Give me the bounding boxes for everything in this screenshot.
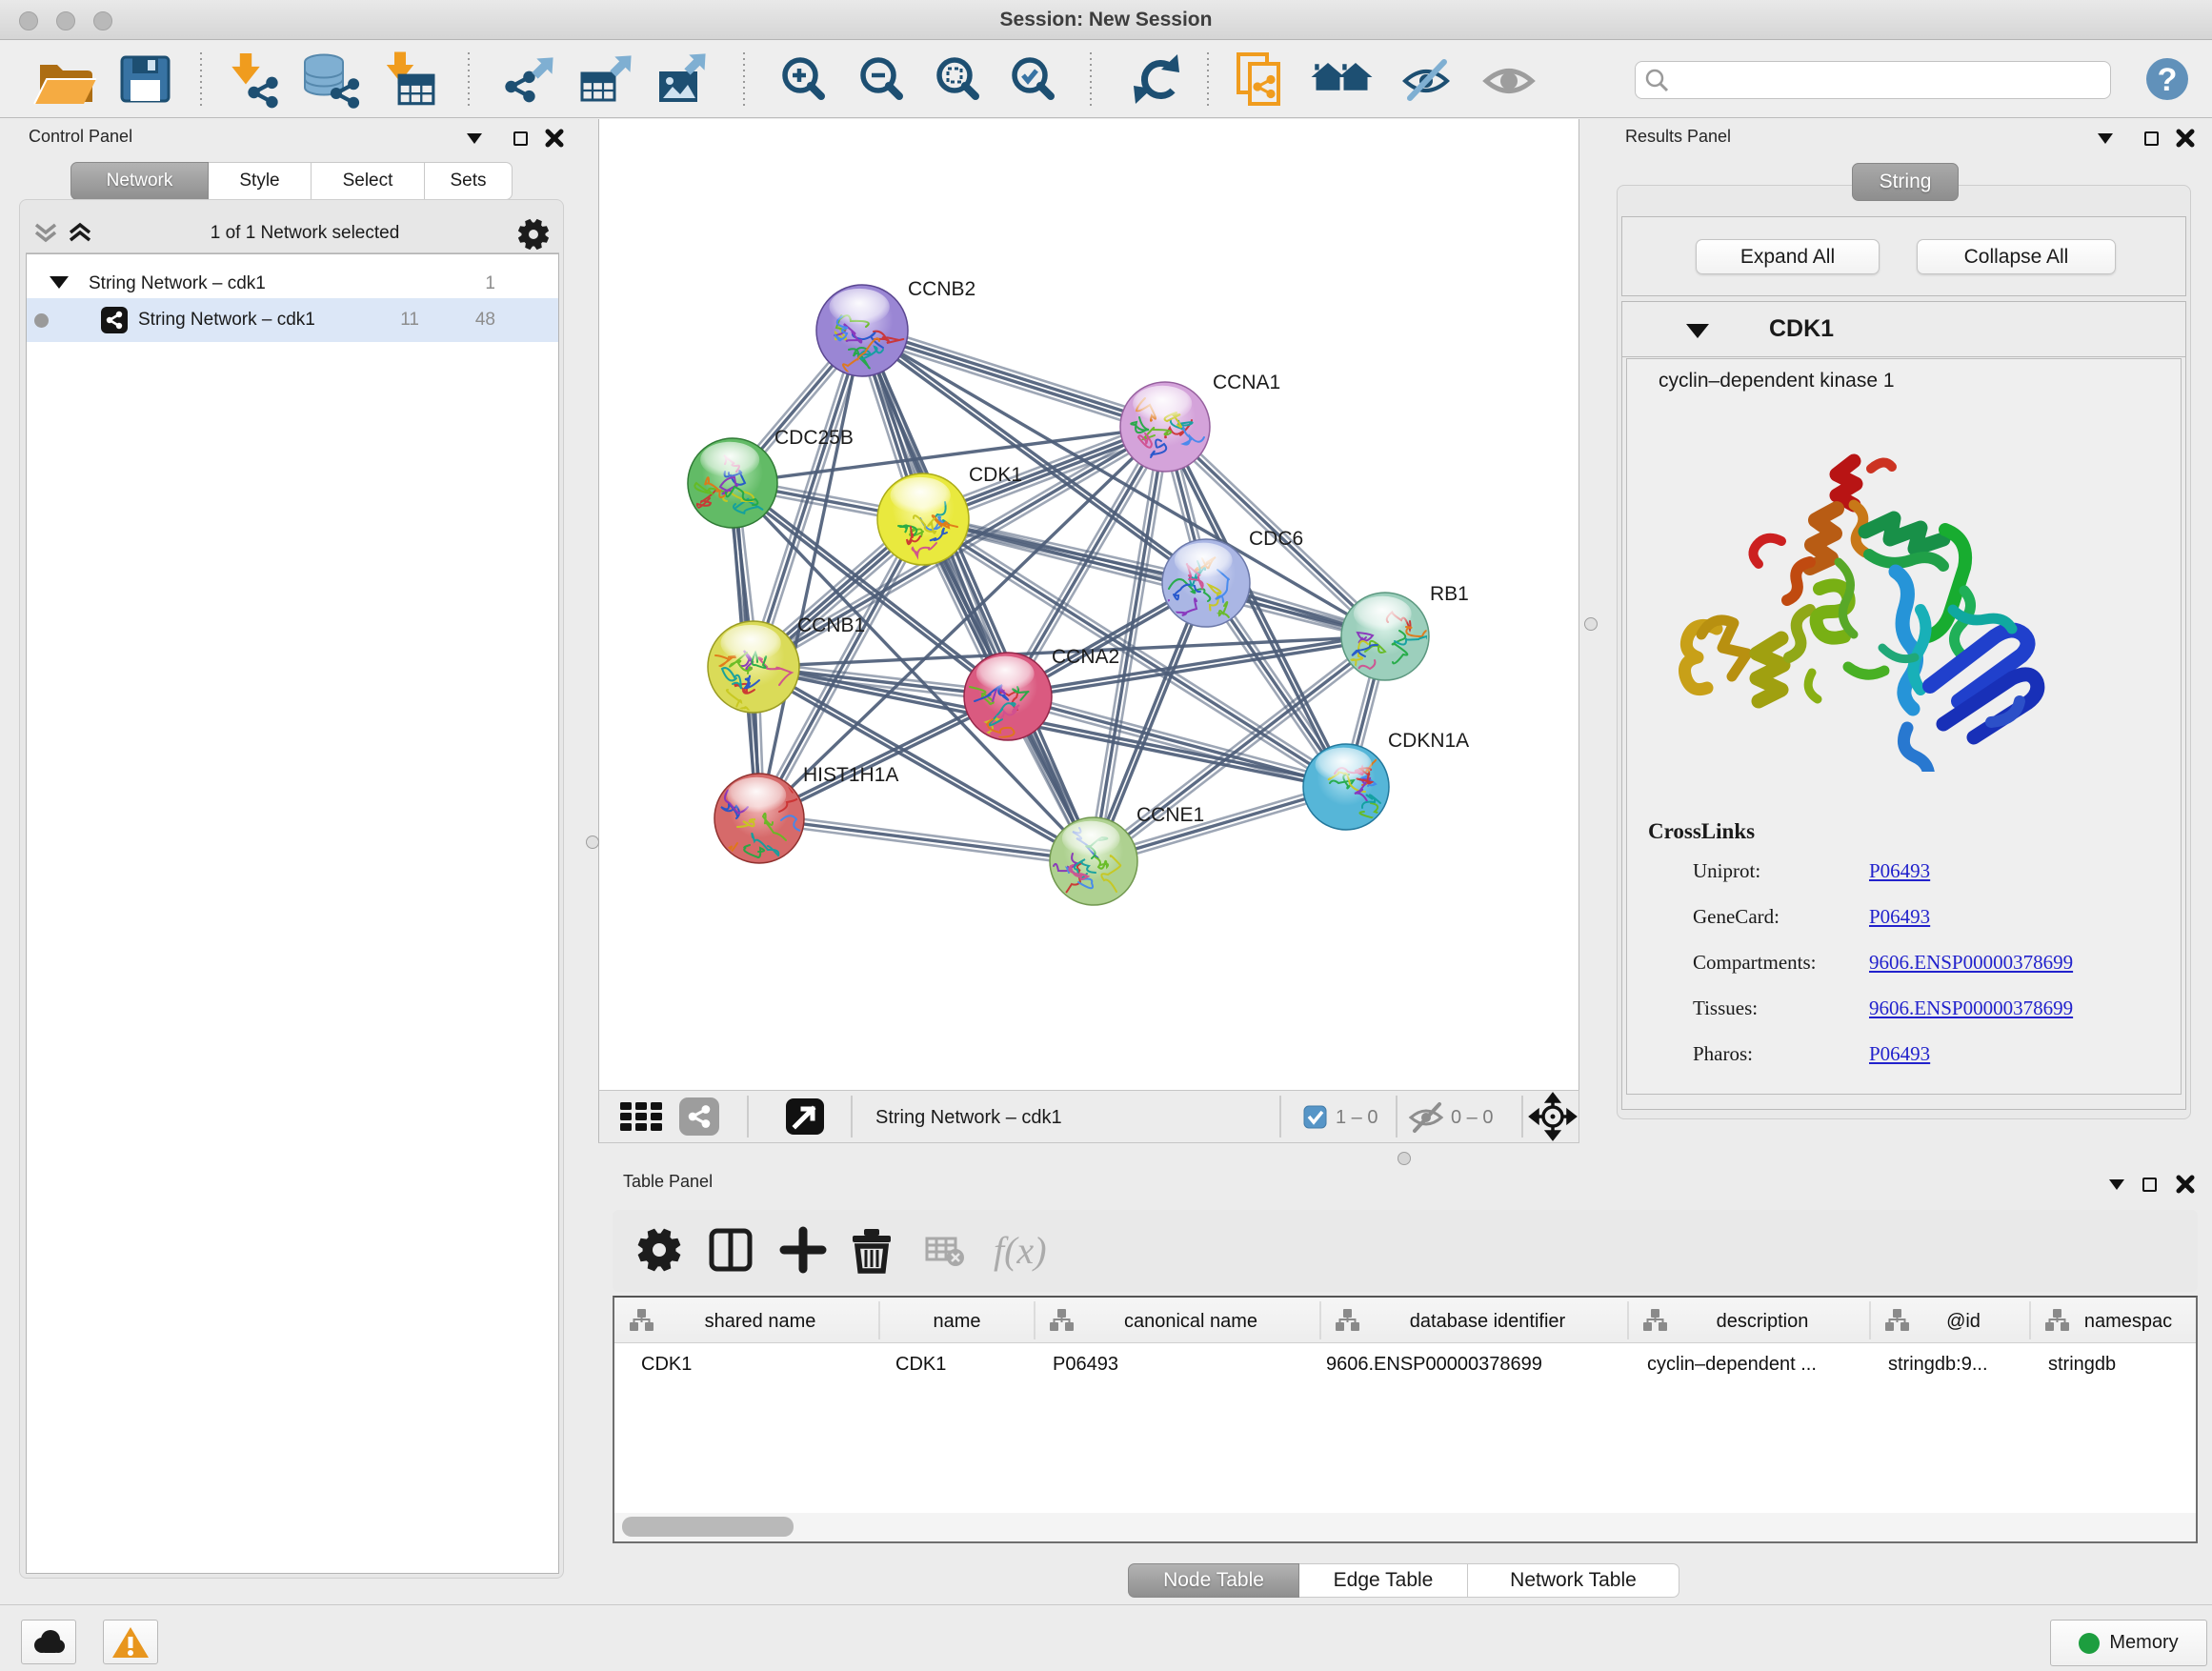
svg-text:canonical name: canonical name: [1124, 1311, 1257, 1332]
svg-text:CDK1: CDK1: [895, 1354, 946, 1375]
svg-text:@id: @id: [1946, 1311, 1981, 1332]
svg-text:stringdb:9...: stringdb:9...: [1888, 1354, 1988, 1375]
svg-text:CDKN1A: CDKN1A: [1388, 730, 1469, 752]
svg-text:description: description: [1717, 1311, 1809, 1332]
svg-text:HIST1H1A: HIST1H1A: [803, 764, 898, 786]
svg-text:f(x): f(x): [994, 1229, 1047, 1272]
svg-text:CCNA1: CCNA1: [1213, 372, 1280, 393]
svg-text:?: ?: [2158, 62, 2178, 98]
svg-text:namespac: namespac: [2084, 1311, 2172, 1332]
svg-text:CCNE1: CCNE1: [1136, 804, 1204, 826]
svg-text:name: name: [933, 1311, 980, 1332]
svg-text:P06493: P06493: [1053, 1354, 1118, 1375]
svg-text:CDK1: CDK1: [969, 464, 1022, 486]
svg-text:CCNB1: CCNB1: [797, 614, 865, 636]
svg-text:CCNB2: CCNB2: [908, 278, 975, 300]
svg-text:cyclin–dependent ...: cyclin–dependent ...: [1647, 1354, 1817, 1375]
svg-text:RB1: RB1: [1430, 583, 1469, 605]
svg-text:CCNA2: CCNA2: [1052, 646, 1119, 668]
svg-text:stringdb: stringdb: [2048, 1354, 2116, 1375]
svg-text:CDC6: CDC6: [1249, 528, 1303, 550]
svg-text:0 – 0: 0 – 0: [1451, 1107, 1493, 1128]
svg-text:CDC25B: CDC25B: [774, 427, 854, 449]
svg-text:shared name: shared name: [705, 1311, 816, 1332]
svg-text:CDK1: CDK1: [641, 1354, 692, 1375]
svg-text:9606.ENSP00000378699: 9606.ENSP00000378699: [1326, 1354, 1542, 1375]
svg-text:1 – 0: 1 – 0: [1336, 1107, 1377, 1128]
svg-text:String Network – cdk1: String Network – cdk1: [875, 1107, 1062, 1128]
svg-text:database identifier: database identifier: [1410, 1311, 1566, 1332]
